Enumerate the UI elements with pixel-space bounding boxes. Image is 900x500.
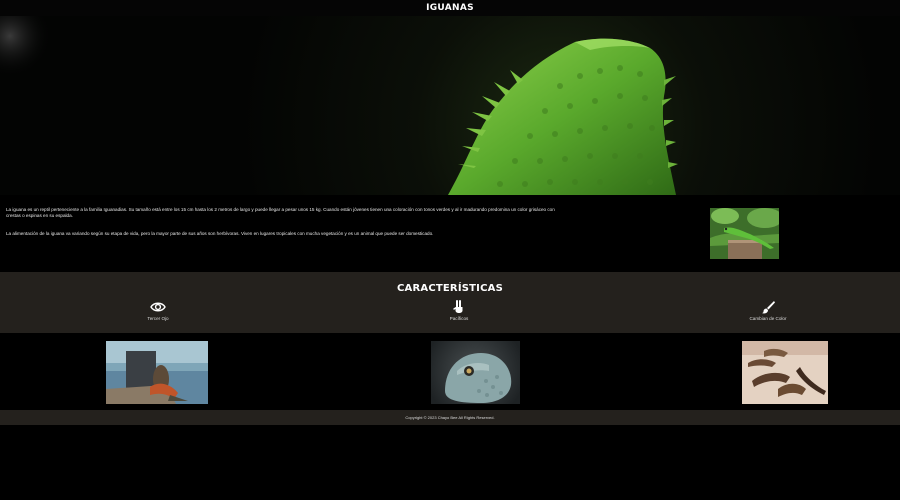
feature-label: Cambian de Color bbox=[749, 316, 787, 321]
person-holding-iguana-image bbox=[106, 341, 208, 404]
page-footer: Copyright © 2023 Chayo Bee All Rights Re… bbox=[0, 410, 900, 425]
iguana-thumbnail-image bbox=[710, 208, 779, 259]
feature-tercer-ojo: Tercer Ojo bbox=[98, 300, 218, 321]
intro-paragraph: La iguana es un reptil perteneciente a l… bbox=[6, 207, 555, 218]
hero-banner bbox=[0, 16, 900, 195]
intro-section: La iguana es un reptil perteneciente a l… bbox=[0, 195, 900, 272]
feature-pacificos: Pacíficos bbox=[399, 300, 519, 321]
page-title: IGUANAS bbox=[426, 3, 474, 13]
copyright-text: Copyright © 2023 Chayo Bee All Rights Re… bbox=[405, 415, 495, 420]
features-title: CARACTERÍSTICAS bbox=[397, 283, 503, 294]
feature-label: Tercer Ojo bbox=[147, 316, 169, 321]
eye-icon bbox=[150, 302, 166, 312]
intro-text: La iguana es un reptil perteneciente a l… bbox=[6, 207, 556, 249]
page-header: IGUANAS bbox=[0, 0, 900, 16]
paint-brush-icon bbox=[762, 301, 775, 314]
iguanas-on-sand-image bbox=[742, 341, 828, 404]
feature-cambian-de-color: Cambian de Color bbox=[708, 300, 828, 321]
feature-label: Pacíficos bbox=[449, 316, 469, 321]
iguana-head-image bbox=[431, 341, 520, 404]
features-section: CARACTERÍSTICAS Tercer Ojo Pacíficos Cam… bbox=[0, 272, 900, 333]
peace-hand-icon bbox=[453, 300, 463, 313]
gallery-section bbox=[0, 333, 900, 410]
intro-paragraph: La alimentación de la iguana va variando… bbox=[6, 231, 434, 236]
hero-iguana-image bbox=[0, 16, 900, 195]
